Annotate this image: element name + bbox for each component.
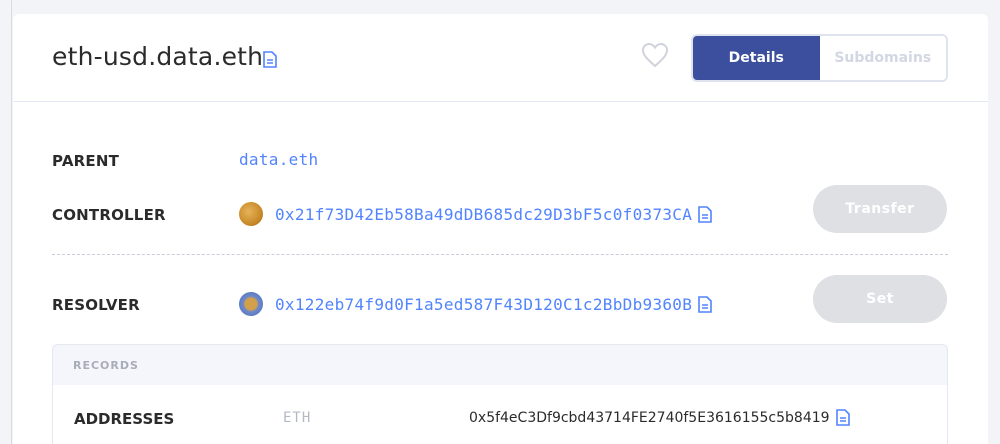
resolver-avatar <box>239 292 263 316</box>
parent-link[interactable]: data.eth <box>239 150 318 169</box>
controller-value: 0x21f73D42Eb58Ba49dDB685dc29D3bF5c0f0373… <box>239 202 712 226</box>
left-rail <box>0 0 12 444</box>
parent-label: PARENT <box>52 152 120 170</box>
view-tabs: Details Subdomains <box>691 34 948 82</box>
copy-icon[interactable] <box>263 51 277 68</box>
records-panel: RECORDS ADDRESSES ETH 0x5f4eC3Df9cbd4371… <box>52 344 948 444</box>
resolver-address[interactable]: 0x122eb74f9d0F1a5ed587F43D120C1c2BbDb936… <box>275 295 692 314</box>
domain-header: eth-usd.data.eth Details Subdomains <box>13 14 988 102</box>
tab-details[interactable]: Details <box>693 36 820 80</box>
eth-address-value: 0x5f4eC3Df9cbd43714FE2740f5E3616155c5b84… <box>469 409 850 426</box>
controller-address[interactable]: 0x21f73D42Eb58Ba49dDB685dc29D3bF5c0f0373… <box>275 205 692 224</box>
copy-icon[interactable] <box>698 295 712 313</box>
domain-details-card: eth-usd.data.eth Details Subdomains PARE… <box>13 14 988 444</box>
records-body: ADDRESSES ETH 0x5f4eC3Df9cbd43714FE2740f… <box>53 385 947 444</box>
copy-icon[interactable] <box>698 205 712 223</box>
domain-title: eth-usd.data.eth <box>52 42 264 71</box>
favorite-heart-icon[interactable] <box>641 42 669 68</box>
section-divider <box>52 254 948 255</box>
addresses-label: ADDRESSES <box>74 410 175 428</box>
set-resolver-button[interactable]: Set <box>813 275 947 323</box>
transfer-button[interactable]: Transfer <box>813 185 947 233</box>
controller-label: CONTROLLER <box>52 206 166 224</box>
copy-icon[interactable] <box>835 409 850 426</box>
coin-label: ETH <box>283 410 312 426</box>
eth-address[interactable]: 0x5f4eC3Df9cbd43714FE2740f5E3616155c5b84… <box>469 410 830 426</box>
records-title: RECORDS <box>73 359 139 372</box>
tab-subdomains[interactable]: Subdomains <box>819 36 946 80</box>
resolver-value: 0x122eb74f9d0F1a5ed587F43D120C1c2BbDb936… <box>239 292 712 316</box>
controller-avatar <box>239 202 263 226</box>
resolver-label: RESOLVER <box>52 296 140 314</box>
